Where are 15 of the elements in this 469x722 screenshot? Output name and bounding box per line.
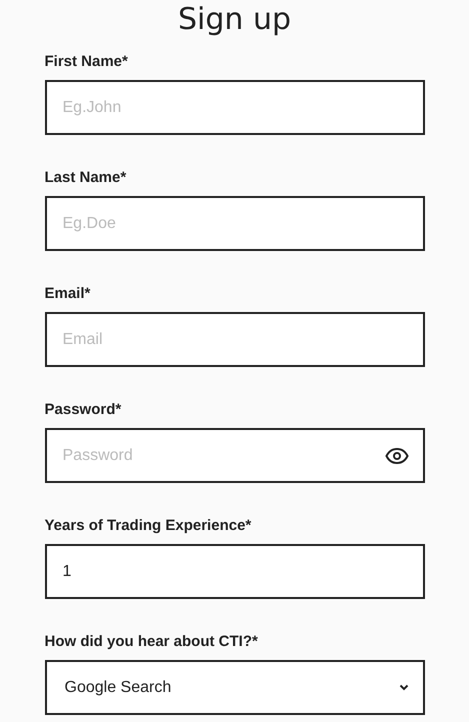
field-label: How did you hear about CTI?* (44, 632, 259, 652)
input-field[interactable]: Eg.Doe (44, 196, 424, 251)
field-label: Years of Trading Experience* (44, 516, 252, 536)
field-label: First Name* (44, 52, 129, 72)
page-title: Sign up (178, 2, 292, 38)
input-field[interactable]: Email (44, 312, 424, 367)
field-label: Email* (44, 284, 92, 304)
password-field[interactable]: Password (44, 428, 424, 483)
input-field[interactable]: 1 (44, 544, 424, 599)
input-field[interactable]: Eg.John (44, 80, 424, 135)
chevron-down-icon (398, 684, 408, 691)
eye-icon[interactable] (384, 446, 408, 464)
field-label: Password* (44, 400, 122, 420)
dropdown[interactable]: Google Search (44, 660, 424, 715)
field-label: Last Name* (44, 168, 128, 188)
